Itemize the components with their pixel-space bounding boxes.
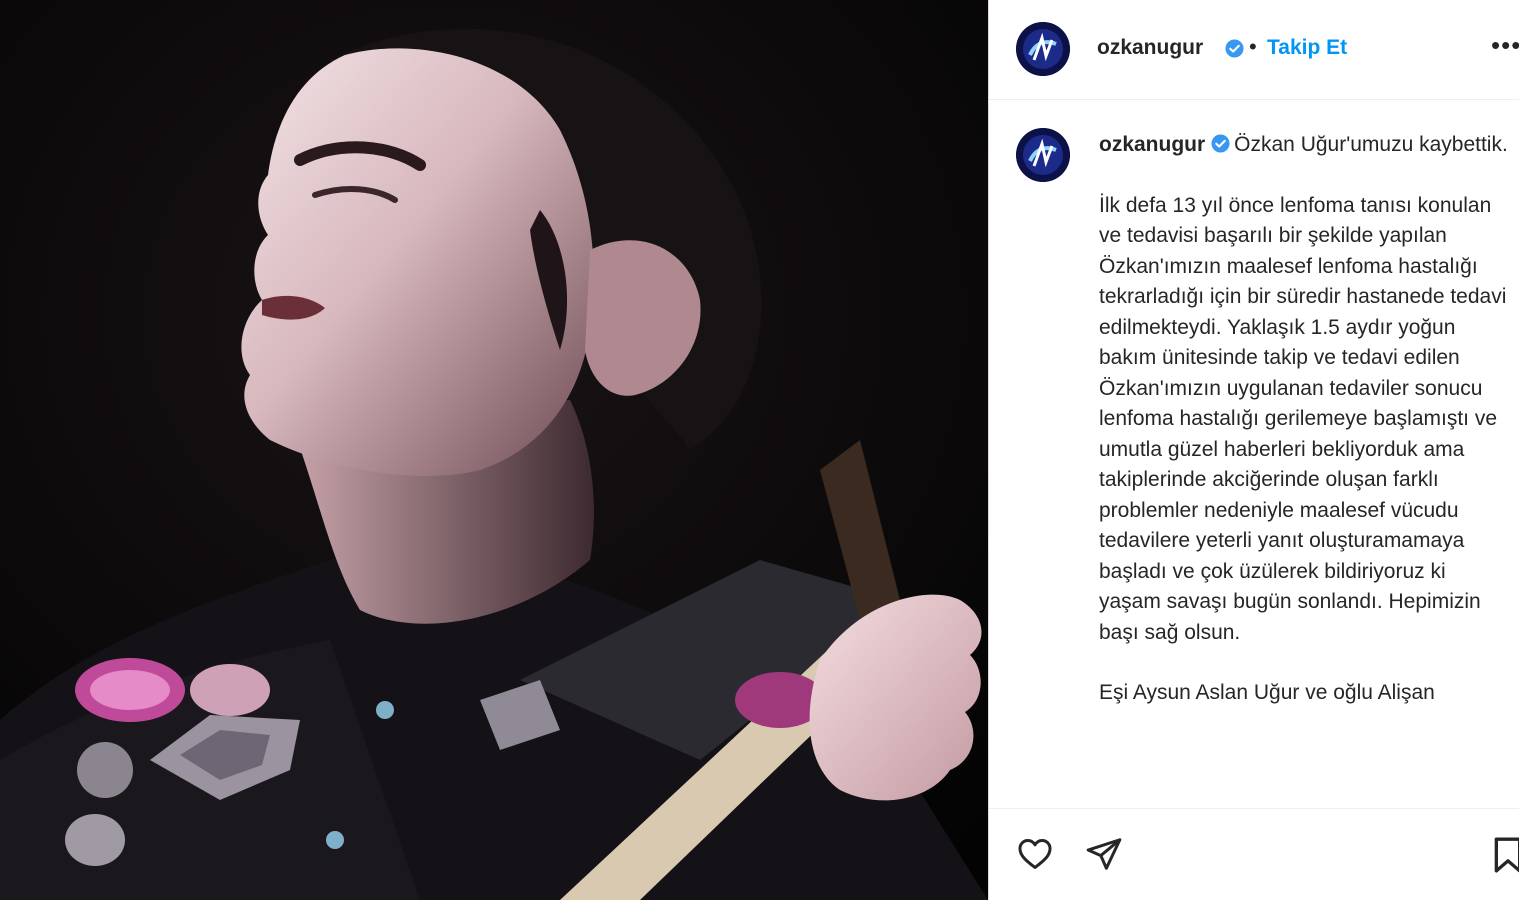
paper-plane-icon[interactable] (1085, 835, 1123, 873)
bookmark-icon[interactable] (1491, 835, 1519, 875)
heart-outline-icon[interactable] (1015, 835, 1055, 873)
verified-badge-icon (1211, 134, 1230, 153)
more-options-icon[interactable]: ••• (1491, 30, 1519, 61)
caption-avatar[interactable] (1016, 128, 1070, 182)
avatar-logo-icon (1016, 128, 1070, 182)
caption-first-line: ozkanugur Özkan Uğur'umuzu kaybettik. (1099, 130, 1509, 161)
caption-username[interactable]: ozkanugur (1099, 133, 1205, 156)
caption-intro: Özkan Uğur'umuzu kaybettik. (1234, 133, 1508, 156)
instagram-post: ozkanugur • Takip Et ••• ozkanugur Özkan… (0, 0, 1519, 900)
caption-paragraph: Eşi Aysun Aslan Uğur ve oğlu Alişan (1099, 681, 1435, 704)
follow-button[interactable]: Takip Et (1267, 36, 1347, 60)
post-caption: ozkanugur Özkan Uğur'umuzu kaybettik. İlk… (989, 100, 1519, 808)
post-photo[interactable] (0, 0, 988, 900)
post-actions (989, 808, 1519, 900)
caption-paragraph: İlk defa 13 yıl önce lenfoma tanısı konu… (1099, 193, 1507, 644)
post-header: ozkanugur • Takip Et ••• (989, 0, 1519, 100)
avatar-logo-icon (1016, 22, 1070, 76)
caption-text: ozkanugur Özkan Uğur'umuzu kaybettik. İlk… (1099, 130, 1509, 709)
verified-badge-icon (1225, 39, 1244, 58)
header-username[interactable]: ozkanugur (1097, 36, 1203, 60)
avatar[interactable] (1016, 22, 1070, 76)
post-sidebar: ozkanugur • Takip Et ••• ozkanugur Özkan… (988, 0, 1519, 900)
separator-dot: • (1249, 34, 1257, 59)
concert-photo-illustration (0, 0, 988, 900)
